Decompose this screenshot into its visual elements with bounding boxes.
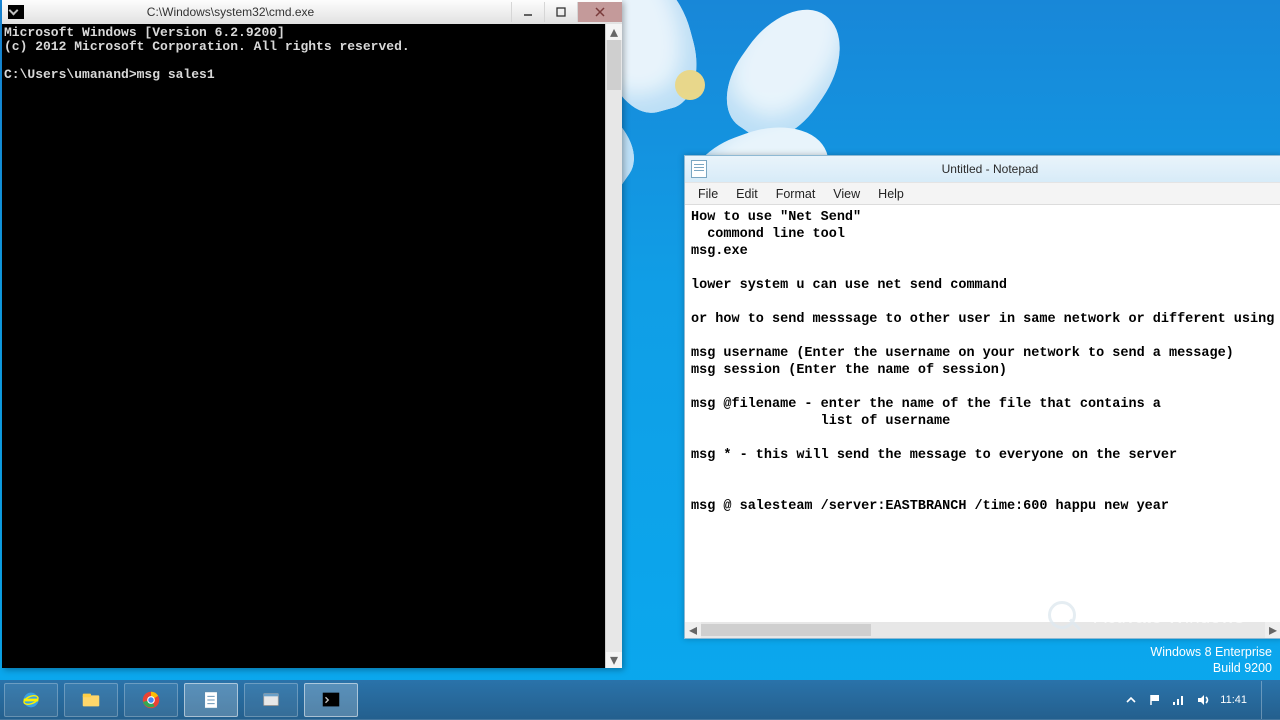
edition-line2: Build 9200 <box>1150 660 1272 676</box>
tray-network-icon[interactable] <box>1172 693 1186 707</box>
menu-view[interactable]: View <box>824 185 869 203</box>
windows-edition-label: Windows 8 Enterprise Build 9200 <box>1150 644 1272 676</box>
menu-edit[interactable]: Edit <box>727 185 767 203</box>
cmd-line-copyright: (c) 2012 Microsoft Corporation. All righ… <box>4 39 410 54</box>
scroll-right-icon[interactable]: ▸ <box>1265 622 1280 638</box>
notepad-icon <box>691 160 707 178</box>
scroll-up-icon[interactable]: ▴ <box>606 24 622 40</box>
tray-clock[interactable]: 11:41 <box>1220 694 1247 706</box>
cmd-title: C:\Windows\system32\cmd.exe <box>30 5 511 19</box>
menu-help[interactable]: Help <box>869 185 913 203</box>
taskbar-cmd-button[interactable] <box>304 683 358 717</box>
cmd-terminal[interactable]: Microsoft Windows [Version 6.2.9200] (c)… <box>2 24 605 668</box>
notepad-window[interactable]: Untitled - Notepad File Edit Format View… <box>684 155 1280 639</box>
taskbar-notepad-button[interactable] <box>184 683 238 717</box>
cmd-scrollbar[interactable]: ▴ ▾ <box>605 24 622 668</box>
scroll-down-icon[interactable]: ▾ <box>606 652 622 668</box>
cmd-window[interactable]: C:\Windows\system32\cmd.exe Microsoft Wi… <box>2 0 622 668</box>
notepad-titlebar[interactable]: Untitled - Notepad <box>685 156 1280 182</box>
taskbar-explorer-button[interactable] <box>64 683 118 717</box>
notepad-textarea[interactable]: How to use "Net Send" commond line tool … <box>685 205 1280 622</box>
maximize-button[interactable] <box>544 2 577 22</box>
minimize-button[interactable] <box>511 2 544 22</box>
cmd-titlebar[interactable]: C:\Windows\system32\cmd.exe <box>2 0 622 24</box>
cmd-prompt: C:\Users\umanand> <box>4 67 137 82</box>
system-tray[interactable]: 11:41 <box>1124 681 1276 719</box>
show-desktop-button[interactable] <box>1261 681 1270 719</box>
tray-chevron-up-icon[interactable] <box>1124 693 1138 707</box>
menu-file[interactable]: File <box>689 185 727 203</box>
edition-line1: Windows 8 Enterprise <box>1150 644 1272 660</box>
scroll-left-icon[interactable]: ◂ <box>685 622 701 638</box>
close-button[interactable] <box>577 2 622 22</box>
tray-volume-icon[interactable] <box>1196 693 1210 707</box>
cmd-typed-command: msg sales1 <box>137 67 215 82</box>
taskbar-chrome-button[interactable] <box>124 683 178 717</box>
activate-windows-watermark: Activate Windows <box>1048 601 1244 635</box>
magnifier-icon <box>1048 601 1082 635</box>
taskbar-app-button[interactable] <box>244 683 298 717</box>
taskbar-ie-button[interactable] <box>4 683 58 717</box>
tray-flag-icon[interactable] <box>1148 693 1162 707</box>
taskbar[interactable]: 11:41 <box>0 680 1280 720</box>
notepad-title: Untitled - Notepad <box>713 162 1280 176</box>
scroll-thumb[interactable] <box>607 40 621 90</box>
notepad-menubar[interactable]: File Edit Format View Help <box>685 182 1280 205</box>
cmd-line-version: Microsoft Windows [Version 6.2.9200] <box>4 25 285 40</box>
watermark-line1: Activate Windows <box>1094 607 1244 629</box>
scroll-thumb[interactable] <box>701 624 871 636</box>
cmd-icon <box>8 5 24 19</box>
menu-format[interactable]: Format <box>767 185 825 203</box>
